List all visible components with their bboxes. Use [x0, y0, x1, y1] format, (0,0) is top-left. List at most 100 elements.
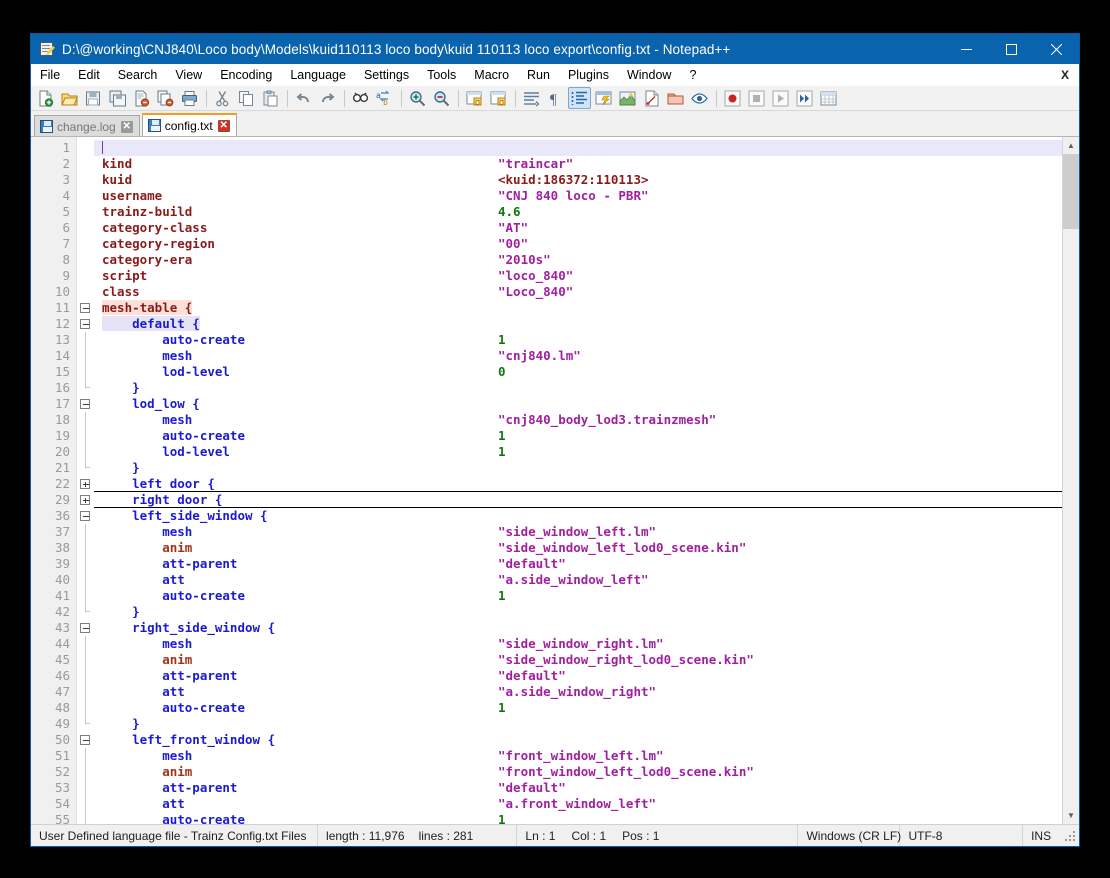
code-line[interactable]: auto-create 1	[94, 588, 1062, 604]
code-line[interactable]: category-region "00"	[94, 236, 1062, 252]
scrollbar-thumb[interactable]	[1063, 154, 1079, 229]
status-encoding[interactable]: UTF-8	[900, 824, 1024, 846]
document-map-icon[interactable]	[616, 87, 639, 109]
code-line[interactable]: username "CNJ 840 loco - PBR"	[94, 188, 1062, 204]
menu-run[interactable]: Run	[518, 64, 559, 86]
fold-marker[interactable]	[77, 316, 94, 332]
fold-margin[interactable]	[77, 137, 94, 824]
fold-collapse-icon[interactable]	[80, 511, 90, 521]
replace-icon[interactable]: ab	[373, 87, 396, 109]
code-line[interactable]: anim "front_window_left_lod0_scene.kin"	[94, 764, 1062, 780]
code-line[interactable]: lod-level 1	[94, 444, 1062, 460]
maximize-button[interactable]	[989, 34, 1034, 64]
menu-view[interactable]: View	[166, 64, 211, 86]
menu-window[interactable]: Window	[618, 64, 680, 86]
fold-collapse-icon[interactable]	[80, 623, 90, 633]
fold-expand-icon[interactable]	[80, 495, 90, 505]
tab-config-txt[interactable]: config.txt ✕	[141, 113, 237, 136]
show-all-characters-icon[interactable]: ¶	[544, 87, 567, 109]
user-defined-dialog-icon[interactable]	[592, 87, 615, 109]
menu-encoding[interactable]: Encoding	[211, 64, 281, 86]
function-list-icon[interactable]	[640, 87, 663, 109]
code-line[interactable]: }	[94, 716, 1062, 732]
code-line[interactable]: att-parent "default"	[94, 556, 1062, 572]
menu-plugins[interactable]: Plugins	[559, 64, 618, 86]
tab-close-icon[interactable]: ✕	[120, 120, 133, 133]
vertical-scrollbar[interactable]: ▲ ▼	[1062, 137, 1079, 824]
new-file-icon[interactable]	[34, 87, 57, 109]
menu-settings[interactable]: Settings	[355, 64, 418, 86]
code-line[interactable]: mesh-table {	[94, 300, 1062, 316]
fold-marker[interactable]	[77, 492, 94, 508]
status-language[interactable]: User Defined language file - Trainz Conf…	[31, 824, 319, 846]
fold-expand-icon[interactable]	[80, 479, 90, 489]
run-macro-multiple-icon[interactable]	[793, 87, 816, 109]
code-line[interactable]: att-parent "default"	[94, 668, 1062, 684]
code-line[interactable]: att "a.side_window_left"	[94, 572, 1062, 588]
code-line[interactable]: right door {	[94, 492, 1062, 508]
stop-macro-icon[interactable]	[745, 87, 768, 109]
close-document-x-button[interactable]: X	[1051, 64, 1079, 86]
fold-collapse-icon[interactable]	[80, 303, 90, 313]
scroll-down-arrow[interactable]: ▼	[1063, 807, 1079, 824]
code-line[interactable]: att "a.side_window_right"	[94, 684, 1062, 700]
code-line[interactable]: class "Loco_840"	[94, 284, 1062, 300]
code-line[interactable]: anim "side_window_left_lod0_scene.kin"	[94, 540, 1062, 556]
scroll-up-arrow[interactable]: ▲	[1063, 137, 1079, 154]
open-file-icon[interactable]	[58, 87, 81, 109]
menu-file[interactable]: File	[31, 64, 69, 86]
sync-horizontal-scroll-icon[interactable]	[487, 87, 510, 109]
minimize-button[interactable]	[944, 34, 989, 64]
code-line[interactable]: kind "traincar"	[94, 156, 1062, 172]
close-document-icon[interactable]	[130, 87, 153, 109]
status-eol-format[interactable]: Windows (CR LF)	[798, 824, 901, 846]
play-macro-icon[interactable]	[769, 87, 792, 109]
menu-language[interactable]: Language	[281, 64, 355, 86]
paste-icon[interactable]	[259, 87, 282, 109]
monitoring-icon[interactable]	[688, 87, 711, 109]
code-line[interactable]: }	[94, 604, 1062, 620]
save-icon[interactable]	[82, 87, 105, 109]
code-content[interactable]: kind "traincar" kuid <kuid:186372:110113> us…	[94, 137, 1062, 824]
fold-marker[interactable]	[77, 732, 94, 748]
code-line[interactable]	[94, 140, 1062, 156]
tab-close-icon[interactable]: ✕	[217, 119, 230, 132]
save-macro-icon[interactable]	[817, 87, 840, 109]
code-line[interactable]: auto-create 1	[94, 812, 1062, 824]
code-line[interactable]: anim "side_window_right_lod0_scene.kin"	[94, 652, 1062, 668]
fold-collapse-icon[interactable]	[80, 735, 90, 745]
status-insert-mode[interactable]: INS	[1023, 825, 1063, 847]
code-line[interactable]: att "a.front_window_left"	[94, 796, 1062, 812]
show-indent-guide-icon[interactable]	[568, 87, 591, 109]
fold-marker[interactable]	[77, 508, 94, 524]
code-line[interactable]: mesh "side_window_left.lm"	[94, 524, 1062, 540]
code-line[interactable]: }	[94, 460, 1062, 476]
code-line[interactable]: lod-level 0	[94, 364, 1062, 380]
menu-edit[interactable]: Edit	[69, 64, 109, 86]
code-line[interactable]: auto-create 1	[94, 428, 1062, 444]
zoom-out-icon[interactable]	[430, 87, 453, 109]
scrollbar-track[interactable]	[1063, 154, 1079, 807]
code-line[interactable]: auto-create 1	[94, 332, 1062, 348]
code-line[interactable]: mesh "cnj840.lm"	[94, 348, 1062, 364]
code-line[interactable]: trainz-build 4.6	[94, 204, 1062, 220]
close-all-documents-icon[interactable]	[154, 87, 177, 109]
fold-collapse-icon[interactable]	[80, 319, 90, 329]
fold-marker[interactable]	[77, 396, 94, 412]
code-line[interactable]: right_side_window {	[94, 620, 1062, 636]
code-line[interactable]: att-parent "default"	[94, 780, 1062, 796]
menu-search[interactable]: Search	[109, 64, 167, 86]
undo-icon[interactable]	[292, 87, 315, 109]
code-line[interactable]: mesh "front_window_left.lm"	[94, 748, 1062, 764]
cut-icon[interactable]	[211, 87, 234, 109]
word-wrap-icon[interactable]	[520, 87, 543, 109]
code-line[interactable]: mesh "side_window_right.lm"	[94, 636, 1062, 652]
print-icon[interactable]	[178, 87, 201, 109]
sync-vertical-scroll-icon[interactable]	[463, 87, 486, 109]
copy-icon[interactable]	[235, 87, 258, 109]
fold-marker[interactable]	[77, 300, 94, 316]
redo-icon[interactable]	[316, 87, 339, 109]
text-editor[interactable]: 1 2 3 4 5 6 7 8 9 10 11 12 13 14 15 16 17 18 19 20 21 22 29 36 3…	[31, 137, 1062, 824]
code-line[interactable]: default {	[94, 316, 1062, 332]
folder-as-workspace-icon[interactable]	[664, 87, 687, 109]
